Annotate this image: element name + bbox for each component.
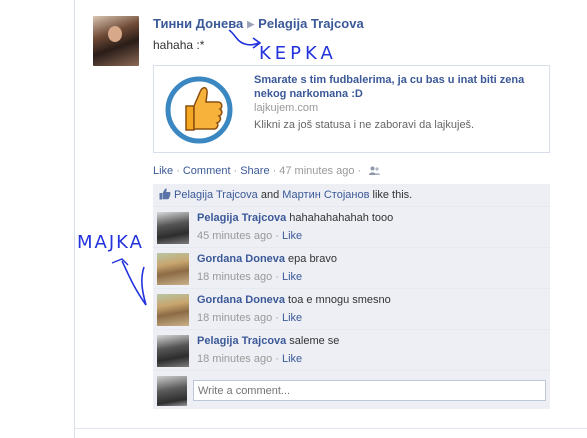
separator: · [233, 165, 238, 177]
annotation-kepka: KEPKA [259, 43, 337, 64]
annotation-majka: MAJKA [77, 232, 144, 253]
story-bottom-divider [74, 428, 587, 429]
likes-sentence: Pelagija Trajcova and Мартин Стојанов li… [153, 184, 550, 207]
comment-item: Pelagija Trajcova saleme se 18 minutes ag… [153, 330, 550, 371]
friends-privacy-icon[interactable] [369, 166, 381, 175]
commenter-name-link[interactable]: Pelagija Trajcova [197, 212, 286, 224]
commenter-name-link[interactable]: Gordana Doneva [197, 253, 285, 265]
commenter-avatar[interactable] [157, 294, 189, 326]
comment-composer [153, 371, 550, 409]
commenter-name-link[interactable]: Gordana Doneva [197, 294, 285, 306]
annotation-arrow-majka [111, 258, 147, 306]
attachment-title-link[interactable]: Smarate s tim fudbalerima, ja cu bas u i… [254, 73, 539, 101]
author-avatar[interactable] [93, 16, 139, 66]
separator: · [272, 165, 277, 177]
comment-like-link[interactable]: Like [282, 230, 302, 242]
thumbs-up-icon[interactable] [162, 72, 236, 146]
comment-like-link[interactable]: Like [282, 353, 302, 365]
separator: · [176, 165, 180, 177]
attachment-description: Klikni za još statusa i ne zaboravi da l… [254, 119, 475, 131]
comment-text: hahahahahahah tooo [289, 212, 394, 224]
likes-and-text: and [260, 189, 280, 201]
status-message: hahaha :* [153, 38, 205, 52]
comment-item: Gordana Doneva toa e mnogu smesno 18 minu… [153, 289, 550, 330]
liker-link-2[interactable]: Мартин Стојанов [282, 189, 369, 201]
comment-text: toa e mnogu smesno [288, 294, 391, 306]
liker-link-1[interactable]: Pelagija Trajcova [174, 189, 258, 201]
link-attachment[interactable]: Smarate s tim fudbalerima, ja cu bas u i… [153, 65, 550, 153]
separator: · [357, 165, 362, 177]
commenter-avatar[interactable] [157, 335, 189, 367]
commenter-name-link[interactable]: Pelagija Trajcova [197, 335, 286, 347]
story-actions: Like · Comment · Share · 47 minutes ago · [153, 165, 381, 177]
comment-timestamp[interactable]: 18 minutes ago [197, 271, 272, 283]
comment-timestamp[interactable]: 18 minutes ago [197, 312, 272, 324]
target-name-link[interactable]: Pelagija Trajcova [258, 16, 364, 31]
comment-like-link[interactable]: Like [282, 271, 302, 283]
comment-item: Gordana Doneva epa bravo 18 minutes ago ·… [153, 248, 550, 289]
comment-like-link[interactable]: Like [282, 312, 302, 324]
commenter-avatar[interactable] [157, 253, 189, 285]
comments-section: Pelagija Trajcova and Мартин Стојанов li… [153, 184, 550, 409]
likes-suffix-text: like this. [372, 189, 413, 201]
comment-text: epa bravo [288, 253, 337, 265]
feed-left-border [74, 0, 75, 438]
viewer-avatar [157, 376, 187, 406]
like-link[interactable]: Like [153, 165, 173, 177]
commenter-avatar[interactable] [157, 212, 189, 244]
comment-input[interactable] [193, 380, 546, 401]
comment-link[interactable]: Comment [183, 165, 231, 177]
comment-item: Pelagija Trajcova hahahahahahah tooo 45 m… [153, 207, 550, 248]
comment-text: saleme se [289, 335, 340, 347]
like-thumb-icon [159, 188, 171, 200]
post-timestamp[interactable]: 47 minutes ago [279, 165, 354, 177]
comment-timestamp[interactable]: 45 minutes ago [197, 230, 272, 242]
comment-timestamp[interactable]: 18 minutes ago [197, 353, 272, 365]
attachment-domain: lajkujem.com [254, 102, 319, 114]
share-link[interactable]: Share [240, 165, 269, 177]
